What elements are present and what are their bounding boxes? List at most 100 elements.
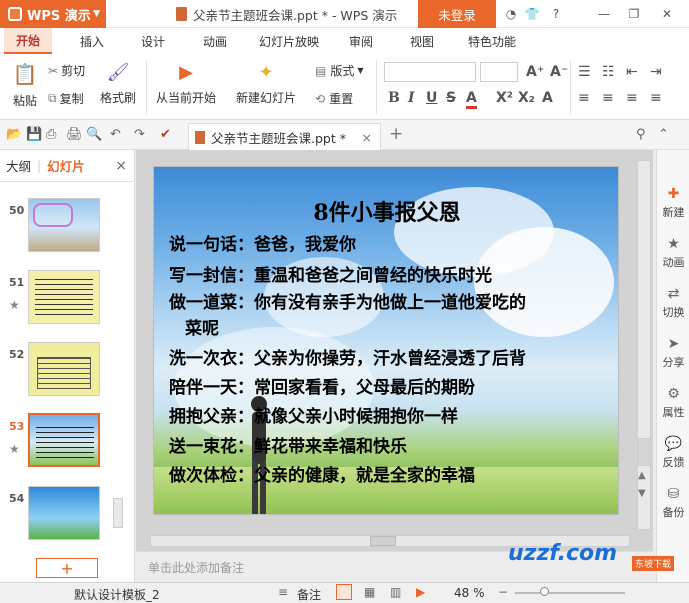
document-tab[interactable]: 父亲节主题班会课.ppt * × xyxy=(188,123,381,150)
font-color-icon[interactable]: A xyxy=(466,90,477,109)
export-pdf-icon[interactable]: ⎙ xyxy=(46,127,56,142)
slide-thumbnail-current[interactable] xyxy=(28,413,100,467)
layout-label: 版式 xyxy=(330,64,355,78)
open-icon[interactable]: 📂 xyxy=(6,127,22,142)
tab-view[interactable]: 视图 xyxy=(402,28,442,54)
text-effect-icon[interactable]: A xyxy=(542,90,553,106)
pin-icon[interactable]: ⚲ xyxy=(636,127,646,142)
bullets-icon[interactable]: ☰ xyxy=(578,64,591,80)
zoom-level: 48 % xyxy=(454,586,485,600)
normal-view-icon[interactable] xyxy=(336,584,352,600)
format-painter-button[interactable]: 🖌 格式刷 xyxy=(100,62,136,106)
properties-label: 属性 xyxy=(662,406,685,419)
slide[interactable]: 8件小事报父恩 说一句话：爸爸，我爱你 写一封信：重温和爸爸之间曾经的快乐时光 … xyxy=(153,166,619,515)
reset-button[interactable]: ⟲ 重置 xyxy=(315,90,353,107)
star-icon: ★ xyxy=(9,442,20,456)
tab-review[interactable]: 审阅 xyxy=(341,28,381,54)
close-icon[interactable]: × xyxy=(362,130,372,145)
properties-icon: ⚙ xyxy=(667,386,680,402)
zoom-out-icon[interactable]: − xyxy=(498,585,508,599)
strikethrough-icon[interactable]: S xyxy=(446,90,456,106)
justify-icon[interactable]: ≡ xyxy=(650,90,662,106)
slide-thumbnail[interactable] xyxy=(28,198,100,252)
share-button[interactable]: ➤ 分享 xyxy=(657,336,689,370)
tab-insert[interactable]: 插入 xyxy=(72,28,112,54)
copy-button[interactable]: ⧉ 复制 xyxy=(48,90,84,107)
tab-animation[interactable]: 动画 xyxy=(195,28,235,54)
tab-home[interactable]: 开始 xyxy=(4,28,52,54)
grow-font-icon[interactable]: A⁺ xyxy=(526,64,544,80)
thumb-text xyxy=(37,357,91,389)
slide-thumbnail[interactable] xyxy=(28,486,100,540)
app-menu-button[interactable]: WPS 演示 ▼ xyxy=(0,0,106,28)
preview-icon[interactable]: 🔍 xyxy=(86,127,102,142)
underline-icon[interactable]: U xyxy=(426,90,437,106)
notes-icon[interactable]: ≡ xyxy=(278,585,288,599)
slide-thumbnail[interactable] xyxy=(28,270,100,324)
add-slide-button[interactable]: + xyxy=(36,558,98,578)
scroll-down-icon[interactable]: ▼ xyxy=(638,488,646,499)
slide-line: 菜呢 xyxy=(185,319,219,339)
indent-decrease-icon[interactable]: ⇤ xyxy=(626,64,638,80)
new-button[interactable]: ✚ 新建 xyxy=(657,186,689,220)
numbering-icon[interactable]: ☷ xyxy=(602,64,615,80)
transition-icon: ⇄ xyxy=(667,286,680,302)
shirt-icon[interactable]: 👕 xyxy=(523,0,541,28)
tab-slides[interactable]: 幻灯片 xyxy=(41,156,91,175)
tab-design[interactable]: 设计 xyxy=(133,28,173,54)
panel-scrollbar-thumb[interactable] xyxy=(113,498,123,528)
transition-button[interactable]: ⇄ 切换 xyxy=(657,286,689,320)
slide-sorter-icon[interactable]: ▦ xyxy=(364,585,375,599)
reading-view-icon[interactable]: ▥ xyxy=(390,585,401,599)
login-button[interactable]: 未登录 xyxy=(418,0,496,28)
close-icon[interactable]: ✕ xyxy=(652,0,682,28)
align-left-icon[interactable]: ≡ xyxy=(578,90,590,106)
save-icon[interactable]: 💾 xyxy=(26,127,42,142)
backup-icon: ⛁ xyxy=(667,486,680,502)
new-slide-button[interactable]: ✦ 新建幻灯片 xyxy=(236,62,296,106)
expand-icon[interactable]: ⌃ xyxy=(658,127,669,142)
indent-increase-icon[interactable]: ⇥ xyxy=(650,64,662,80)
font-family-select[interactable] xyxy=(384,62,476,82)
superscript-icon[interactable]: X² xyxy=(496,90,513,106)
align-right-icon[interactable]: ≡ xyxy=(626,90,638,106)
tab-special[interactable]: 特色功能 xyxy=(462,28,522,54)
divider xyxy=(146,60,147,114)
redo-icon[interactable]: ↷ xyxy=(134,127,145,142)
new-tab-icon[interactable]: + xyxy=(389,124,403,144)
backup-button[interactable]: ⛁ 备份 xyxy=(657,486,689,520)
italic-icon[interactable]: I xyxy=(408,90,415,106)
slide-number: 51 xyxy=(9,276,25,289)
zoom-slider-thumb[interactable] xyxy=(540,587,549,596)
properties-button[interactable]: ⚙ 属性 xyxy=(657,386,689,420)
horizontal-scrollbar-thumb[interactable] xyxy=(370,536,396,546)
cut-button[interactable]: ✂ 剪切 xyxy=(48,62,85,79)
feedback-button[interactable]: 💬 反馈 xyxy=(657,436,689,470)
zoom-slider[interactable] xyxy=(515,592,625,594)
vertical-scrollbar-thumb[interactable] xyxy=(638,438,650,466)
close-icon[interactable]: × xyxy=(115,158,127,174)
minimize-icon[interactable]: — xyxy=(590,0,618,28)
paste-button[interactable]: 📋 粘贴 xyxy=(8,62,42,109)
shrink-font-icon[interactable]: A⁻ xyxy=(550,64,568,80)
notes-toggle[interactable]: 备注 xyxy=(297,586,321,603)
skin-icon[interactable]: ◔ xyxy=(502,0,520,28)
play-slide-icon: ▶ xyxy=(179,62,193,83)
print-icon[interactable]: 🖨 xyxy=(66,127,83,142)
align-center-icon[interactable]: ≡ xyxy=(602,90,614,106)
bold-icon[interactable]: B xyxy=(388,90,400,106)
customize-icon[interactable]: ✔ xyxy=(160,127,171,142)
animation-button[interactable]: ★ 动画 xyxy=(657,236,689,270)
scroll-up-icon[interactable]: ▲ xyxy=(638,470,646,481)
slide-thumbnail[interactable] xyxy=(28,342,100,396)
tab-slideshow[interactable]: 幻灯片放映 xyxy=(254,28,324,54)
restore-icon[interactable]: ❐ xyxy=(620,0,648,28)
tab-outline[interactable]: 大纲 xyxy=(0,156,37,175)
subscript-icon[interactable]: X₂ xyxy=(518,90,535,106)
font-size-select[interactable] xyxy=(480,62,518,82)
undo-icon[interactable]: ↶ xyxy=(110,127,121,142)
layout-button[interactable]: ▤ 版式 ▼ xyxy=(315,62,364,79)
from-current-button[interactable]: ▶ 从当前开始 xyxy=(156,62,216,106)
help-icon[interactable]: ? xyxy=(544,0,568,28)
slideshow-view-icon[interactable]: ▶ xyxy=(416,585,425,599)
